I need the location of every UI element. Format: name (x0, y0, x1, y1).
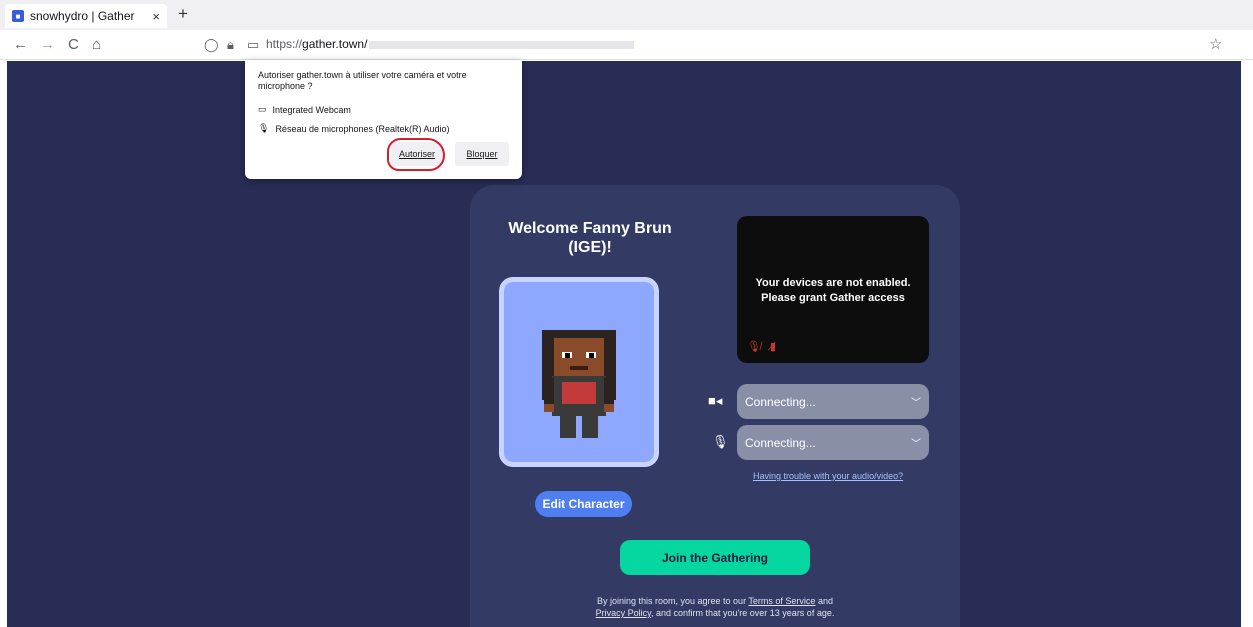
reload-icon[interactable]: C (68, 36, 79, 54)
legal-prefix: By joining this room, you agree to our (596, 596, 747, 606)
microphone-select-value: Connecting... (745, 435, 816, 450)
video-status-icons: 🎙︎̸ ▮̸ (747, 340, 776, 353)
permission-question: Autoriser gather.town à utiliser votre c… (258, 70, 467, 91)
camera-select-value: Connecting... (745, 394, 816, 409)
url-redacted-path (369, 40, 635, 49)
mic-off-icon: 🎙︎̸ (747, 341, 761, 353)
video-preview: Your devices are not enabled. Please gra… (737, 216, 929, 363)
home-icon[interactable]: ⌂ (92, 36, 101, 54)
tab-title: snowhydro | Gather (30, 9, 135, 23)
chevron-down-icon: ﹀ (911, 439, 921, 450)
back-arrow-icon[interactable]: ← (13, 36, 28, 54)
av-trouble-link[interactable]: Having trouble with your audio/video? (753, 471, 903, 481)
camera-off-icon: ▮̸ (770, 341, 777, 353)
legal-notice: By joining this room, you agree to our T… (570, 595, 860, 619)
camera-select[interactable]: Connecting... ﹀ (737, 384, 929, 419)
webcam-icon: ▭ (258, 104, 267, 114)
forward-arrow-icon[interactable]: → (40, 36, 55, 54)
gather-page: Welcome Fanny Brun (IGE)! Edit Character… (7, 61, 1241, 627)
welcome-heading: Welcome Fanny Brun (IGE)! (508, 220, 672, 256)
shield-icon[interactable]: ◯ (204, 36, 219, 54)
block-button[interactable]: Bloquer (455, 142, 509, 166)
camera-icon: ■◂ (708, 393, 723, 408)
devices-not-enabled-message: Your devices are not enabled. Please gra… (737, 276, 929, 306)
gather-favicon-icon: ■ (12, 10, 24, 22)
red-annotation-circle (387, 138, 445, 171)
avatar-preview (499, 277, 659, 467)
terms-of-service-link[interactable]: Terms of Service (748, 596, 815, 606)
join-gathering-button[interactable]: Join the Gathering (620, 540, 810, 575)
microphone-icon: 🎙︎ (712, 434, 729, 449)
url-scheme: https:// (266, 37, 303, 51)
edit-character-button[interactable]: Edit Character (535, 491, 632, 517)
video-message-line1: Your devices are not enabled. (755, 277, 911, 289)
chevron-down-icon: ﹀ (911, 398, 921, 409)
close-tab-icon[interactable]: × (152, 9, 160, 24)
lock-icon[interactable]: 🔒︎ (227, 36, 234, 54)
microphone-device-row: 🎙︎ Réseau de microphones (Realtek(R) Aud… (258, 123, 450, 134)
join-card: Welcome Fanny Brun (IGE)! Edit Character… (470, 185, 960, 627)
camera-device-name: Integrated Webcam (272, 104, 351, 115)
video-message-line2: Please grant Gather access (761, 292, 905, 304)
bookmark-star-icon[interactable]: ☆ (1209, 35, 1222, 53)
microphone-icon: 🎙︎ (258, 123, 270, 133)
new-tab-button[interactable]: + (178, 4, 188, 24)
microphone-device-name: Réseau de microphones (Realtek(R) Audio) (275, 123, 450, 134)
camera-permission-icon[interactable]: ▭ (247, 36, 259, 54)
legal-suffix: , and confirm that you're over 13 years … (651, 608, 835, 618)
tab-strip: ■ snowhydro | Gather × + (0, 0, 1253, 30)
url-host: gather.town/ (302, 37, 368, 51)
avatar-character-icon (542, 330, 616, 438)
camera-device-row: ▭ Integrated Webcam (258, 104, 351, 115)
legal-and: and (817, 596, 833, 606)
microphone-select[interactable]: Connecting... ﹀ (737, 425, 929, 460)
browser-tab[interactable]: ■ snowhydro | Gather × (5, 4, 167, 28)
privacy-policy-link[interactable]: Privacy Policy (596, 608, 651, 618)
permission-popup: Autoriser gather.town à utiliser votre c… (245, 60, 522, 179)
url-bar[interactable]: https://gather.town/ (266, 37, 635, 51)
